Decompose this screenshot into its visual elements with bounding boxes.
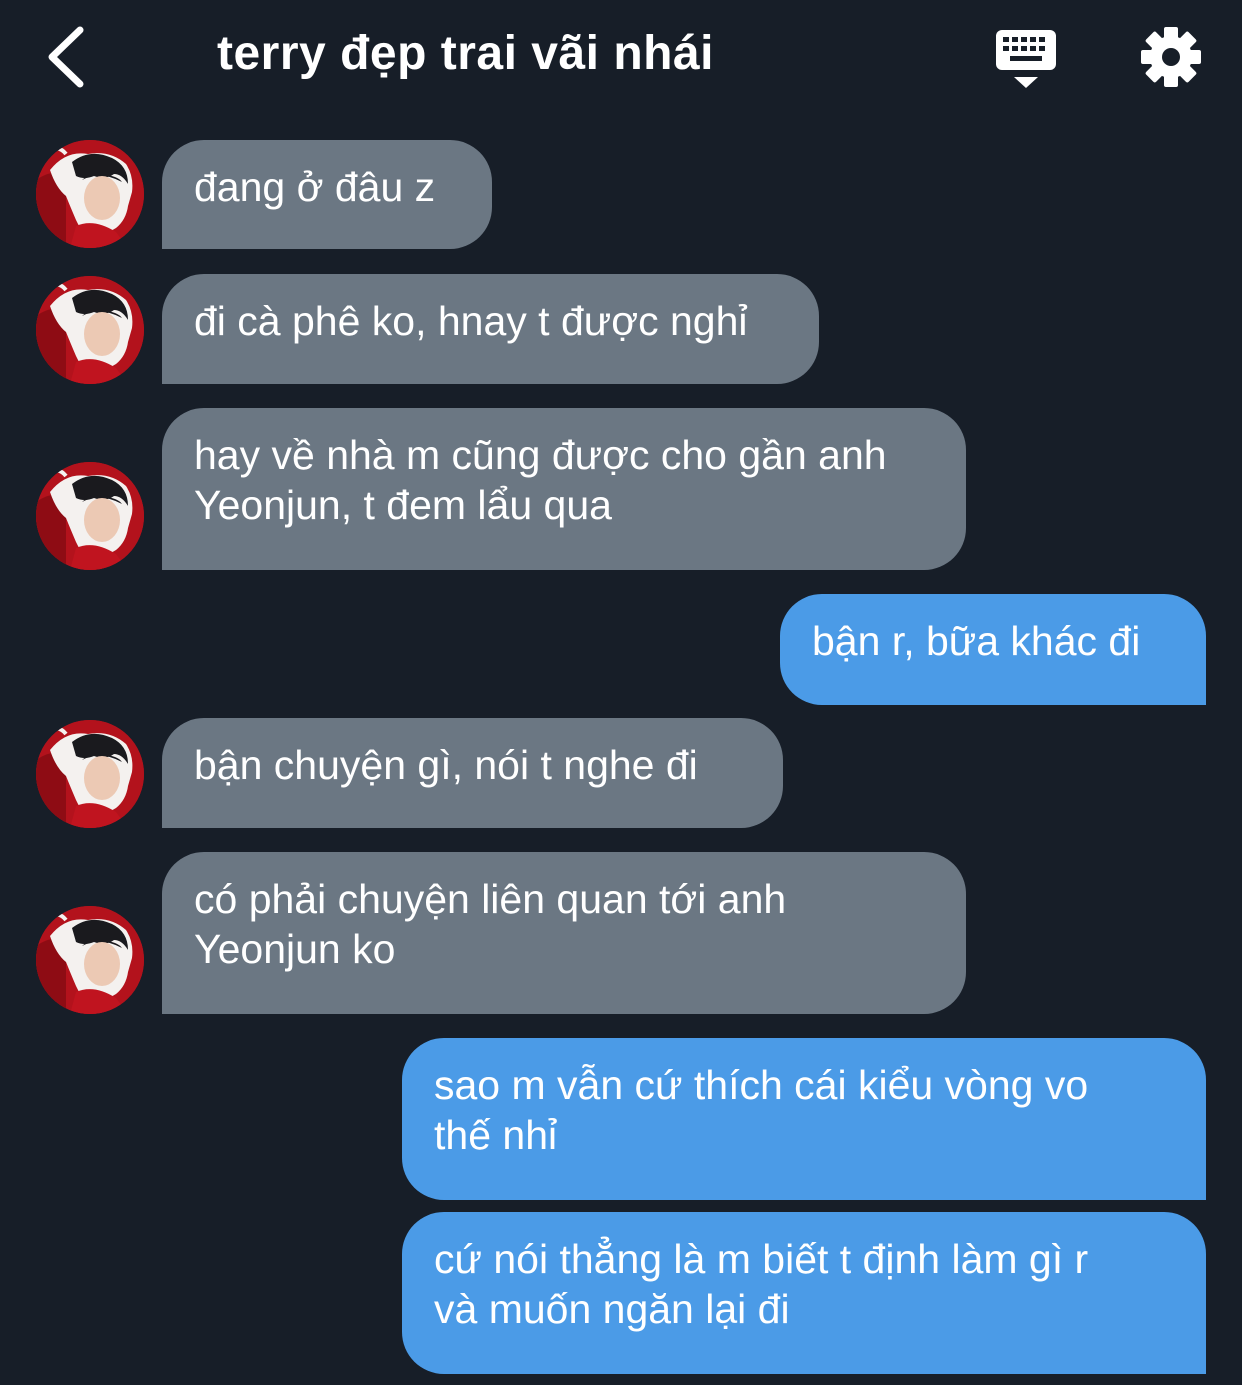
- avatar[interactable]: [36, 140, 144, 248]
- chat-header: terry đẹp trai vãi nhái: [0, 0, 1242, 115]
- back-button[interactable]: [40, 22, 100, 92]
- incoming-message-bubble[interactable]: hay về nhà m cũng được cho gần anh Yeonj…: [162, 408, 966, 570]
- incoming-message-bubble[interactable]: đang ở đâu z: [162, 140, 492, 249]
- avatar[interactable]: [36, 720, 144, 828]
- incoming-message-bubble[interactable]: có phải chuyện liên quan tới anh Yeonjun…: [162, 852, 966, 1014]
- conversation-title: terry đẹp trai vãi nhái: [217, 27, 715, 80]
- outgoing-message-bubble[interactable]: sao m vẫn cứ thích cái kiểu vòng vo thế …: [402, 1038, 1206, 1200]
- avatar[interactable]: [36, 906, 144, 1014]
- keyboard-button[interactable]: [992, 26, 1060, 92]
- avatar[interactable]: [36, 276, 144, 384]
- gear-icon: [1141, 27, 1201, 87]
- incoming-message-bubble[interactable]: bận chuyện gì, nói t nghe đi: [162, 718, 783, 828]
- outgoing-message-bubble[interactable]: cứ nói thẳng là m biết t định làm gì r v…: [402, 1212, 1206, 1374]
- outgoing-message-bubble[interactable]: bận r, bữa khác đi: [780, 594, 1206, 705]
- incoming-message-bubble[interactable]: đi cà phê ko, hnay t được nghỉ: [162, 274, 819, 384]
- avatar[interactable]: [36, 462, 144, 570]
- chevron-left-icon: [48, 26, 84, 88]
- settings-button[interactable]: [1138, 24, 1204, 90]
- keyboard-icon: [996, 30, 1056, 88]
